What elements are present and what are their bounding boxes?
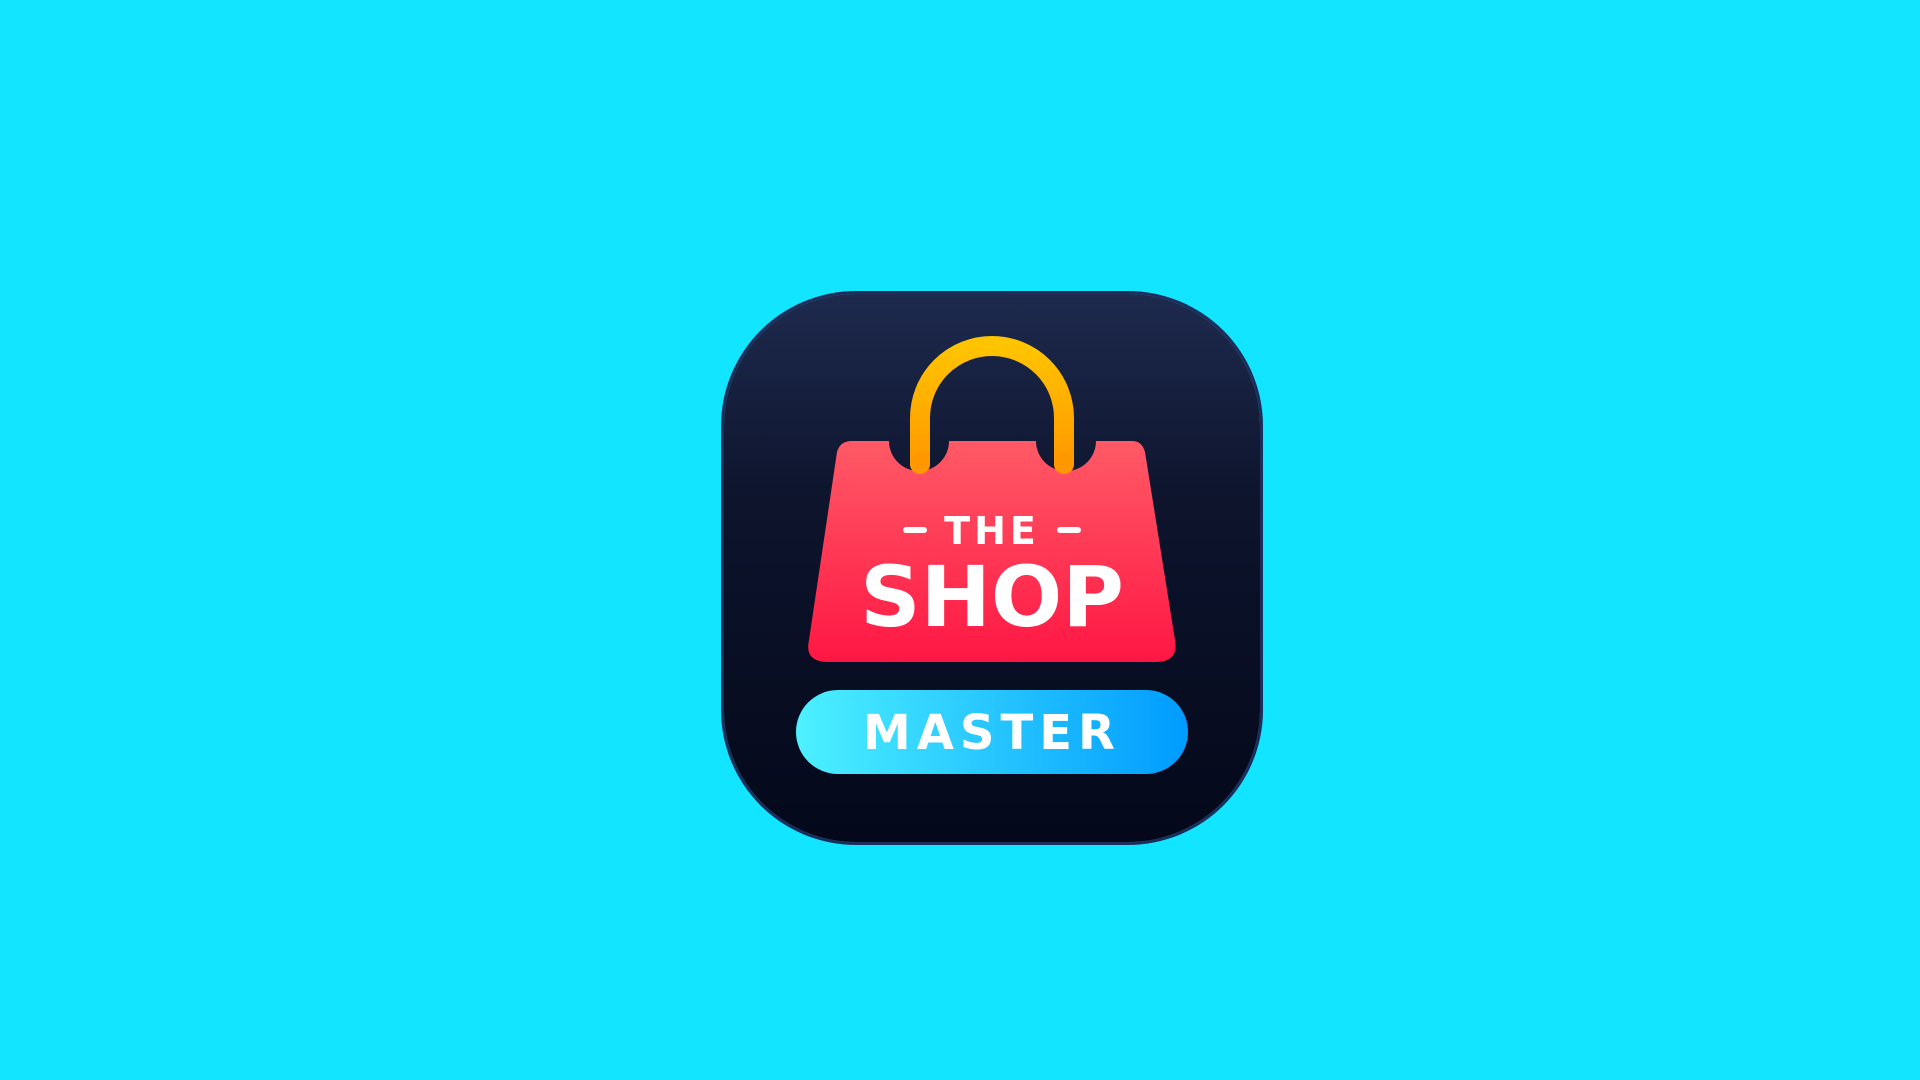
logo-text-shop: SHOP xyxy=(860,548,1124,646)
logo-text-the: THE xyxy=(944,509,1040,553)
shop-logo-graphic: THE SHOP MASTER xyxy=(796,336,1188,774)
handle-end-left xyxy=(910,454,930,474)
handle-end-right xyxy=(1054,454,1074,474)
app-logo: THE SHOP MASTER xyxy=(724,294,1260,842)
logo-text-master: MASTER xyxy=(863,705,1121,761)
